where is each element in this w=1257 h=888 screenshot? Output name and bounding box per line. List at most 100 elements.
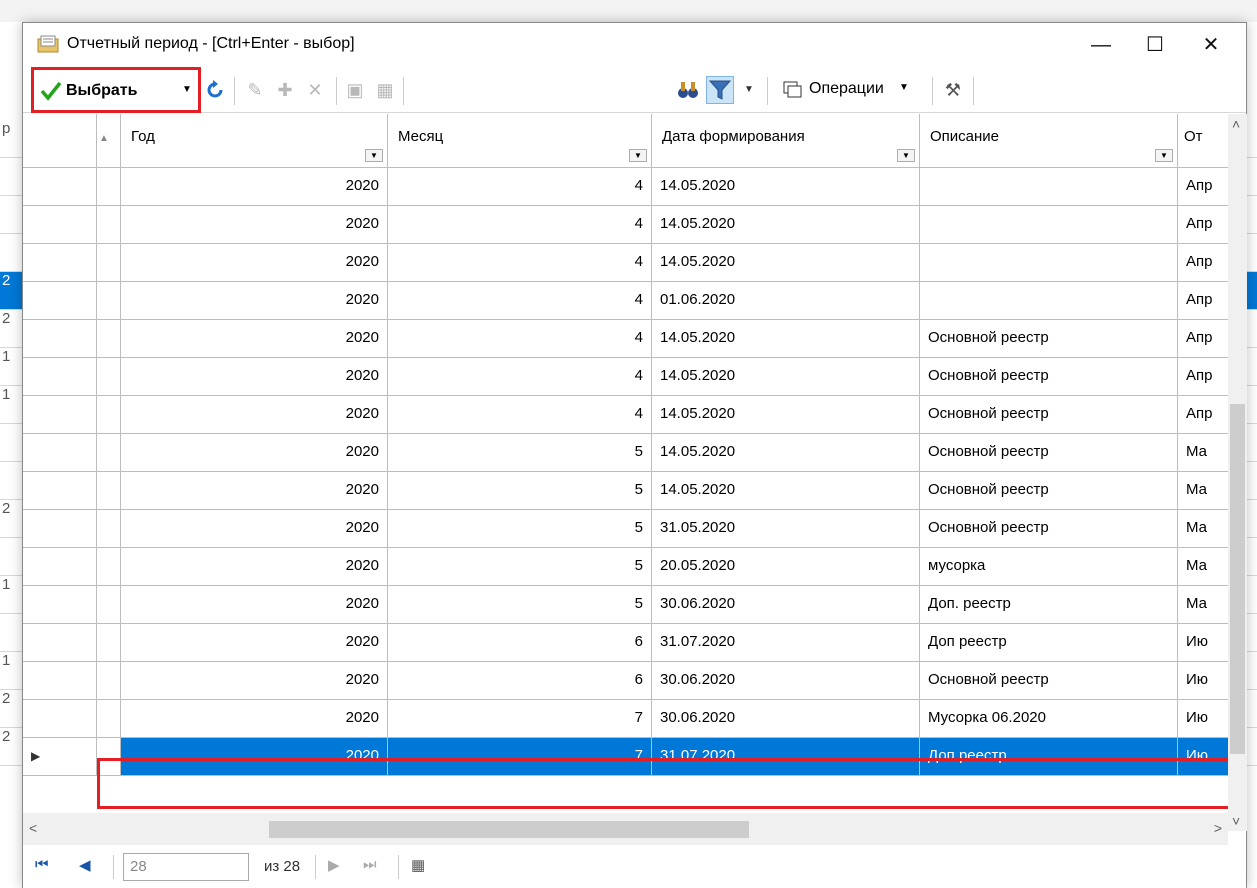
date-cell[interactable]: 14.05.2020 <box>652 206 920 244</box>
edit-icon[interactable]: ✎ <box>243 78 267 102</box>
grid-settings-icon[interactable]: ▦ <box>411 856 425 874</box>
scroll-left-icon[interactable]: < <box>29 820 37 836</box>
save-all-icon[interactable]: ▦ <box>373 78 397 102</box>
extra-cell[interactable]: Ма <box>1178 586 1228 624</box>
row-indicator-cell[interactable] <box>23 548 97 586</box>
maximize-button[interactable]: ☐ <box>1128 23 1182 67</box>
year-cell[interactable]: 2020 <box>121 700 388 738</box>
table-row[interactable]: 2020 4 14.05.2020 Основной реестр Апр <box>23 396 1228 434</box>
last-record-icon[interactable]: ⏭ <box>363 856 377 873</box>
month-cell[interactable]: 6 <box>388 662 652 700</box>
row-indicator-cell[interactable]: ▶ <box>23 738 97 776</box>
extra-cell[interactable]: Апр <box>1178 206 1228 244</box>
row-sort-cell[interactable] <box>97 662 121 700</box>
month-cell[interactable]: 5 <box>388 586 652 624</box>
date-cell[interactable]: 14.05.2020 <box>652 168 920 206</box>
scroll-down-icon[interactable]: ˅ <box>1232 813 1240 829</box>
row-sort-cell[interactable] <box>97 434 121 472</box>
month-cell[interactable]: 4 <box>388 168 652 206</box>
table-row[interactable]: 2020 5 14.05.2020 Основной реестр Ма <box>23 434 1228 472</box>
description-cell[interactable]: Основной реестр <box>920 396 1178 434</box>
description-cell[interactable]: Основной реестр <box>920 472 1178 510</box>
extra-cell[interactable]: Ма <box>1178 434 1228 472</box>
description-cell[interactable]: Мусорка 06.2020 <box>920 700 1178 738</box>
year-cell[interactable]: 2020 <box>121 662 388 700</box>
extra-cell[interactable]: Ию <box>1178 624 1228 662</box>
row-sort-cell[interactable] <box>97 206 121 244</box>
month-cell[interactable]: 5 <box>388 510 652 548</box>
row-sort-cell[interactable] <box>97 510 121 548</box>
year-cell[interactable]: 2020 <box>121 624 388 662</box>
table-row[interactable]: 2020 4 01.06.2020 Апр <box>23 282 1228 320</box>
extra-cell[interactable]: Ма <box>1178 472 1228 510</box>
scroll-right-icon[interactable]: > <box>1214 820 1222 836</box>
row-indicator-cell[interactable] <box>23 700 97 738</box>
month-cell[interactable]: 4 <box>388 320 652 358</box>
row-indicator-cell[interactable] <box>23 206 97 244</box>
description-cell[interactable]: мусорка <box>920 548 1178 586</box>
filter-dropdown-icon[interactable]: ▼ <box>365 149 383 162</box>
table-row[interactable]: 2020 5 14.05.2020 Основной реестр Ма <box>23 472 1228 510</box>
table-row[interactable]: 2020 6 30.06.2020 Основной реестр Ию <box>23 662 1228 700</box>
select-dropdown-arrow-icon[interactable]: ▼ <box>182 84 192 95</box>
description-cell[interactable] <box>920 206 1178 244</box>
table-row[interactable]: 2020 5 30.06.2020 Доп. реестр Ма <box>23 586 1228 624</box>
tools-icon[interactable]: ⚒ <box>941 78 965 102</box>
date-cell[interactable]: 01.06.2020 <box>652 282 920 320</box>
row-indicator-cell[interactable] <box>23 168 97 206</box>
row-indicator-cell[interactable] <box>23 510 97 548</box>
year-cell[interactable]: 2020 <box>121 434 388 472</box>
filter-dropdown-icon[interactable]: ▼ <box>629 149 647 162</box>
binoculars-icon[interactable] <box>676 78 700 102</box>
table-row[interactable]: 2020 4 14.05.2020 Апр <box>23 244 1228 282</box>
table-row[interactable]: 2020 4 14.05.2020 Апр <box>23 206 1228 244</box>
table-row[interactable]: 2020 4 14.05.2020 Апр <box>23 168 1228 206</box>
description-cell[interactable]: Основной реестр <box>920 510 1178 548</box>
row-indicator-cell[interactable] <box>23 358 97 396</box>
select-button[interactable]: Выбрать ▼ <box>31 67 201 113</box>
date-cell[interactable]: 30.06.2020 <box>652 700 920 738</box>
current-record-input[interactable]: 28 <box>123 853 249 881</box>
column-header-description[interactable]: Описание ▼ <box>920 114 1178 168</box>
table-row[interactable]: 2020 4 14.05.2020 Основной реестр Апр <box>23 320 1228 358</box>
delete-icon[interactable]: ✕ <box>303 78 327 102</box>
year-cell[interactable]: 2020 <box>121 396 388 434</box>
column-header-date[interactable]: Дата формирования ▼ <box>652 114 920 168</box>
month-cell[interactable]: 4 <box>388 244 652 282</box>
vertical-scrollbar[interactable]: ˄ ˅ <box>1228 114 1247 831</box>
month-cell[interactable]: 5 <box>388 434 652 472</box>
year-cell[interactable]: 2020 <box>121 168 388 206</box>
previous-record-icon[interactable]: ◀ <box>79 856 91 874</box>
extra-cell[interactable]: Апр <box>1178 320 1228 358</box>
month-cell[interactable]: 6 <box>388 624 652 662</box>
extra-cell[interactable]: Ию <box>1178 700 1228 738</box>
year-cell[interactable]: 2020 <box>121 586 388 624</box>
date-cell[interactable]: 14.05.2020 <box>652 434 920 472</box>
extra-cell[interactable]: Апр <box>1178 396 1228 434</box>
year-cell[interactable]: 2020 <box>121 472 388 510</box>
row-indicator-cell[interactable] <box>23 472 97 510</box>
save-icon[interactable]: ▣ <box>343 78 367 102</box>
table-row[interactable]: 2020 4 14.05.2020 Основной реестр Апр <box>23 358 1228 396</box>
row-indicator-cell[interactable] <box>23 282 97 320</box>
horizontal-scrollbar[interactable]: < > <box>23 813 1228 845</box>
sort-indicator-header[interactable]: ▲ <box>97 114 121 168</box>
row-sort-cell[interactable] <box>97 244 121 282</box>
row-sort-cell[interactable] <box>97 282 121 320</box>
close-button[interactable]: ✕ <box>1184 23 1238 67</box>
description-cell[interactable]: Доп. реестр <box>920 586 1178 624</box>
date-cell[interactable]: 31.07.2020 <box>652 624 920 662</box>
row-indicator-cell[interactable] <box>23 586 97 624</box>
row-sort-cell[interactable] <box>97 548 121 586</box>
extra-cell[interactable]: Ма <box>1178 548 1228 586</box>
extra-cell[interactable]: Апр <box>1178 358 1228 396</box>
row-indicator-cell[interactable] <box>23 320 97 358</box>
month-cell[interactable]: 5 <box>388 472 652 510</box>
filter-dropdown-icon[interactable]: ▼ <box>1155 149 1173 162</box>
year-cell[interactable]: 2020 <box>121 548 388 586</box>
year-cell[interactable]: 2020 <box>121 244 388 282</box>
row-indicator-cell[interactable] <box>23 244 97 282</box>
month-cell[interactable]: 4 <box>388 396 652 434</box>
description-cell[interactable] <box>920 244 1178 282</box>
filter-dropdown-arrow-icon[interactable]: ▼ <box>737 78 761 102</box>
